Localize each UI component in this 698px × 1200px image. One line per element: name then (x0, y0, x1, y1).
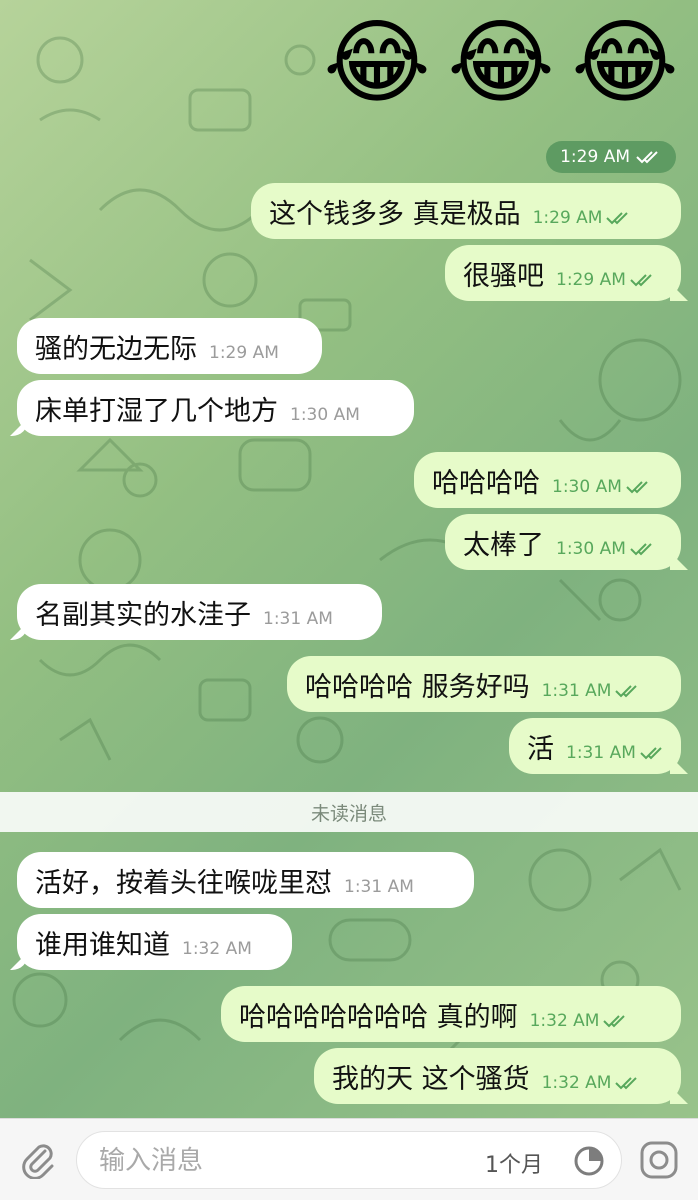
message-text: 很骚吧 (463, 260, 544, 292)
message-time: 1:29 AM (532, 208, 603, 228)
message-time: 1:29 AM (209, 343, 279, 363)
message-text: 哈哈哈哈 (432, 467, 540, 499)
camera-icon[interactable] (638, 1139, 680, 1181)
message-time: 1:31 AM (566, 743, 636, 763)
message-time: 1:29 AM (556, 270, 626, 290)
double-check-icon (606, 211, 632, 225)
message-text: 活好，按着头往喉咙里怼 (35, 867, 332, 899)
outgoing-message[interactable]: 太棒了 1:30 AM (445, 514, 681, 570)
incoming-message[interactable]: 名副其实的水洼子 1:31 AM (17, 584, 382, 640)
sticker-time-pill: 1:29 AM (546, 141, 676, 173)
incoming-message[interactable]: 床单打湿了几个地方 1:30 AM (17, 380, 414, 436)
timer-icon[interactable] (573, 1145, 605, 1177)
outgoing-message[interactable]: 哈哈哈哈 服务好吗 1:31 AM (287, 656, 681, 712)
message-time: 1:30 AM (290, 405, 360, 425)
message-text: 哈哈哈哈 服务好吗 (305, 671, 530, 703)
double-check-icon (615, 1076, 641, 1090)
incoming-message[interactable]: 活好，按着头往喉咙里怼 1:31 AM (17, 852, 474, 908)
message-time: 1:30 AM (552, 477, 622, 497)
message-time: 1:32 AM (529, 1011, 600, 1031)
laughing-emoji: 😂 (323, 9, 431, 116)
laughing-emoji: 😂 (571, 9, 679, 116)
message-text: 我的天 这个骚货 (332, 1063, 530, 1095)
message-text: 床单打湿了几个地方 (35, 395, 278, 427)
message-time: 1:31 AM (263, 609, 333, 629)
message-input[interactable] (97, 1132, 461, 1190)
message-text: 名副其实的水洼子 (35, 599, 251, 631)
sticker-timestamp: 1:29 AM (560, 147, 630, 167)
outgoing-message[interactable]: 我的天 这个骚货 1:32 AM (314, 1048, 681, 1104)
message-text: 骚的无边无际 (35, 333, 197, 365)
message-composer: 1个月 (0, 1118, 698, 1200)
outgoing-message[interactable]: 哈哈哈哈 1:30 AM (414, 452, 681, 508)
double-check-icon (603, 1014, 629, 1028)
message-time: 1:31 AM (344, 877, 414, 897)
unread-messages-divider: 未读消息 (0, 792, 698, 832)
incoming-message[interactable]: 骚的无边无际 1:29 AM (17, 318, 322, 374)
double-check-icon (626, 480, 652, 494)
message-input-field[interactable]: 1个月 (76, 1131, 622, 1190)
message-time: 1:32 AM (182, 939, 252, 959)
message-text: 这个钱多多 真是极品 (269, 198, 521, 230)
outgoing-message[interactable]: 这个钱多多 真是极品 1:29 AM (251, 183, 681, 239)
outgoing-message[interactable]: 很骚吧 1:29 AM (445, 245, 681, 301)
incoming-message[interactable]: 谁用谁知道 1:32 AM (17, 914, 292, 970)
message-text: 谁用谁知道 (35, 929, 170, 961)
double-check-icon (630, 542, 656, 556)
message-text: 太棒了 (463, 529, 544, 561)
double-check-icon (640, 746, 666, 760)
double-check-icon (636, 150, 662, 164)
message-text: 哈哈哈哈哈哈哈 真的啊 (239, 1001, 518, 1033)
message-time: 1:30 AM (556, 539, 626, 559)
emoji-sticker[interactable]: 😂 😂 😂 (322, 8, 680, 118)
laughing-emoji: 😂 (447, 9, 555, 116)
auto-delete-timer-label[interactable]: 1个月 (485, 1147, 543, 1179)
chat-area[interactable]: 😂 😂 😂 1:29 AM 这个钱多多 真是极品 1:29 AM 很骚吧 1:2… (0, 0, 698, 1118)
message-text: 活 (527, 733, 554, 765)
message-time: 1:31 AM (541, 681, 612, 701)
double-check-icon (615, 684, 641, 698)
outgoing-message[interactable]: 哈哈哈哈哈哈哈 真的啊 1:32 AM (221, 986, 681, 1042)
double-check-icon (630, 273, 656, 287)
attach-icon[interactable] (18, 1139, 58, 1180)
outgoing-message[interactable]: 活 1:31 AM (509, 718, 681, 774)
message-time: 1:32 AM (541, 1073, 612, 1093)
